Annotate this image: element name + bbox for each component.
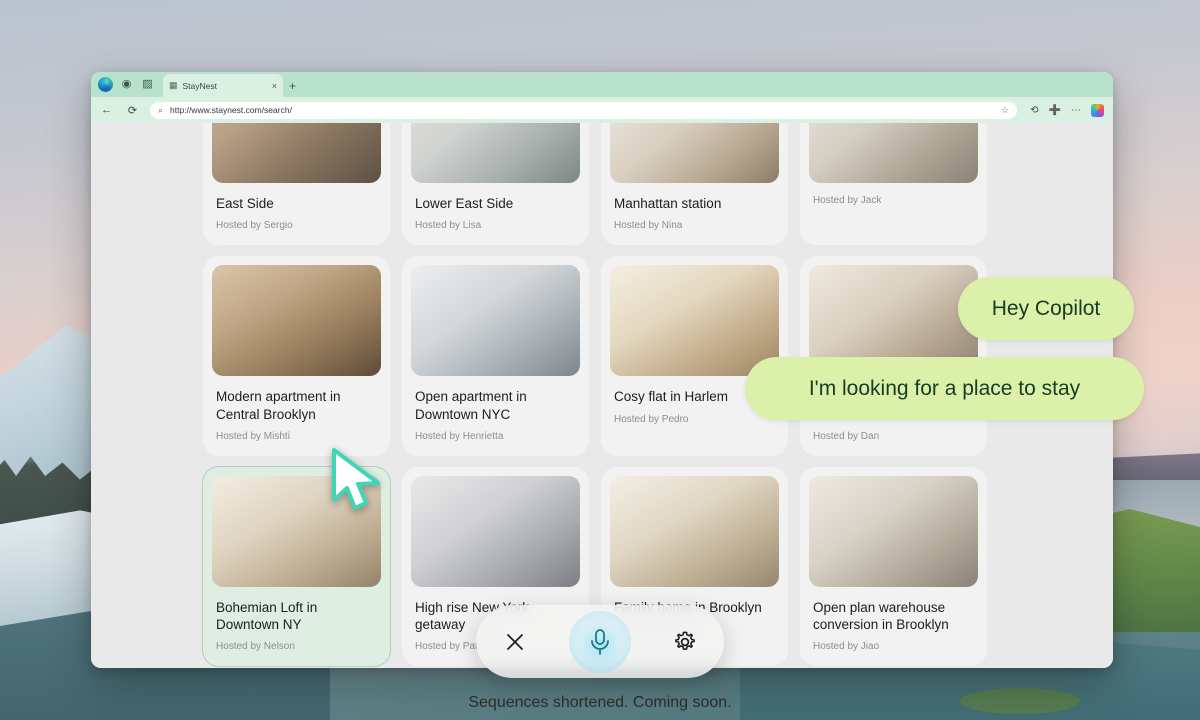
listing-title: East Side (216, 195, 377, 212)
chat-bubble-looking-for-place: I'm looking for a place to stay (745, 357, 1144, 420)
chat-bubble-hey-copilot: Hey Copilot (958, 277, 1134, 340)
listing-title: Modern apartment in Central Brooklyn (216, 388, 377, 423)
listing-photo (212, 265, 381, 376)
tab-favicon-icon: ▦ (169, 80, 178, 91)
tab-title: StayNest (183, 81, 267, 91)
listing-photo (610, 123, 779, 183)
browser-toolbar: ← ⟳ ⌕ http://www.staynest.com/search/ ☆ … (91, 97, 1113, 123)
browser-titlebar: ◉ ▨ ▦ StayNest × + (91, 72, 1113, 97)
listing-card[interactable]: Hosted by Jack (800, 123, 987, 245)
listing-photo (411, 123, 580, 183)
listing-photo (212, 476, 381, 587)
listing-card[interactable]: Bohemian Loft in Downtown NY Hosted by Ne… (203, 467, 390, 667)
desktop-wallpaper: ◉ ▨ ▦ StayNest × + ← ⟳ ⌕ http://www.stay… (0, 0, 1200, 720)
collections-icon[interactable]: ➕ (1049, 105, 1061, 116)
listing-host: Hosted by Dan (813, 431, 974, 442)
listing-title: Lower East Side (415, 195, 576, 212)
back-button[interactable]: ← (98, 102, 115, 119)
browser-tab-staynest[interactable]: ▦ StayNest × (163, 74, 283, 97)
listing-photo (610, 476, 779, 587)
close-button[interactable] (498, 625, 532, 659)
listing-photo (809, 476, 978, 587)
more-options-icon[interactable]: ⋯ (1071, 105, 1081, 116)
toolbar-right-icons: ⟲ ➕ ⋯ (1030, 104, 1106, 117)
copilot-icon[interactable] (1091, 104, 1104, 117)
listing-title: Open plan warehouse conversion in Brookl… (813, 599, 974, 634)
listing-title: Open apartment in Downtown NYC (415, 388, 576, 423)
search-icon: ⌕ (158, 105, 163, 116)
edge-logo-icon (95, 74, 116, 95)
settings-gear-icon (673, 630, 697, 654)
listing-photo (411, 265, 580, 376)
chat-bubble-text: Hey Copilot (992, 297, 1101, 321)
new-tab-button[interactable]: + (289, 79, 296, 93)
microphone-icon (587, 627, 613, 657)
listing-card[interactable]: Open plan warehouse conversion in Brookl… (800, 467, 987, 667)
refresh-button[interactable]: ⟳ (124, 102, 141, 119)
tab-actions-icon[interactable]: ▨ (137, 74, 158, 95)
microphone-button[interactable] (569, 611, 631, 673)
listing-host: Hosted by Nina (614, 220, 775, 231)
favorite-star-icon[interactable]: ☆ (1001, 105, 1009, 116)
bottom-caption: Sequences shortened. Coming soon. (0, 694, 1200, 712)
split-screen-icon[interactable]: ◉ (116, 74, 137, 95)
address-bar[interactable]: ⌕ http://www.staynest.com/search/ ☆ (150, 102, 1017, 119)
listing-card[interactable]: Cosy flat in HarlemHosted by Pedro (601, 256, 788, 456)
listing-card[interactable]: Manhattan station Hosted by Nina (601, 123, 788, 245)
listing-card[interactable]: Open apartment in Downtown NYC Hosted by … (402, 256, 589, 456)
listing-title: Manhattan station (614, 195, 775, 212)
listing-host: Hosted by Nelson (216, 641, 377, 652)
settings-button[interactable] (668, 625, 702, 659)
copilot-voice-bar (476, 605, 724, 678)
listing-host: Hosted by Henrietta (415, 431, 576, 442)
listing-host: Hosted by Mishti (216, 431, 377, 442)
listing-card[interactable]: Lower East Side Hosted by Lisa (402, 123, 589, 245)
chat-bubble-text: I'm looking for a place to stay (809, 377, 1080, 401)
listing-card[interactable]: East Side Hosted by Sergio (203, 123, 390, 245)
listing-photo (212, 123, 381, 183)
listing-host: Hosted by Jack (813, 195, 974, 206)
listing-photo (610, 265, 779, 376)
listing-photo (411, 476, 580, 587)
listing-photo (809, 123, 978, 183)
history-icon[interactable]: ⟲ (1030, 105, 1038, 116)
tab-close-icon[interactable]: × (272, 81, 277, 91)
listing-host: Hosted by Lisa (415, 220, 576, 231)
listing-card[interactable]: Modern apartment in Central Brooklyn Host… (203, 256, 390, 456)
listing-title: Bohemian Loft in Downtown NY (216, 599, 377, 634)
listing-host: Hosted by Sergio (216, 220, 377, 231)
address-bar-url: http://www.staynest.com/search/ (170, 105, 292, 115)
listing-host: Hosted by Pedro (614, 414, 775, 425)
close-icon (504, 631, 526, 653)
listing-host: Hosted by Jiao (813, 641, 974, 652)
